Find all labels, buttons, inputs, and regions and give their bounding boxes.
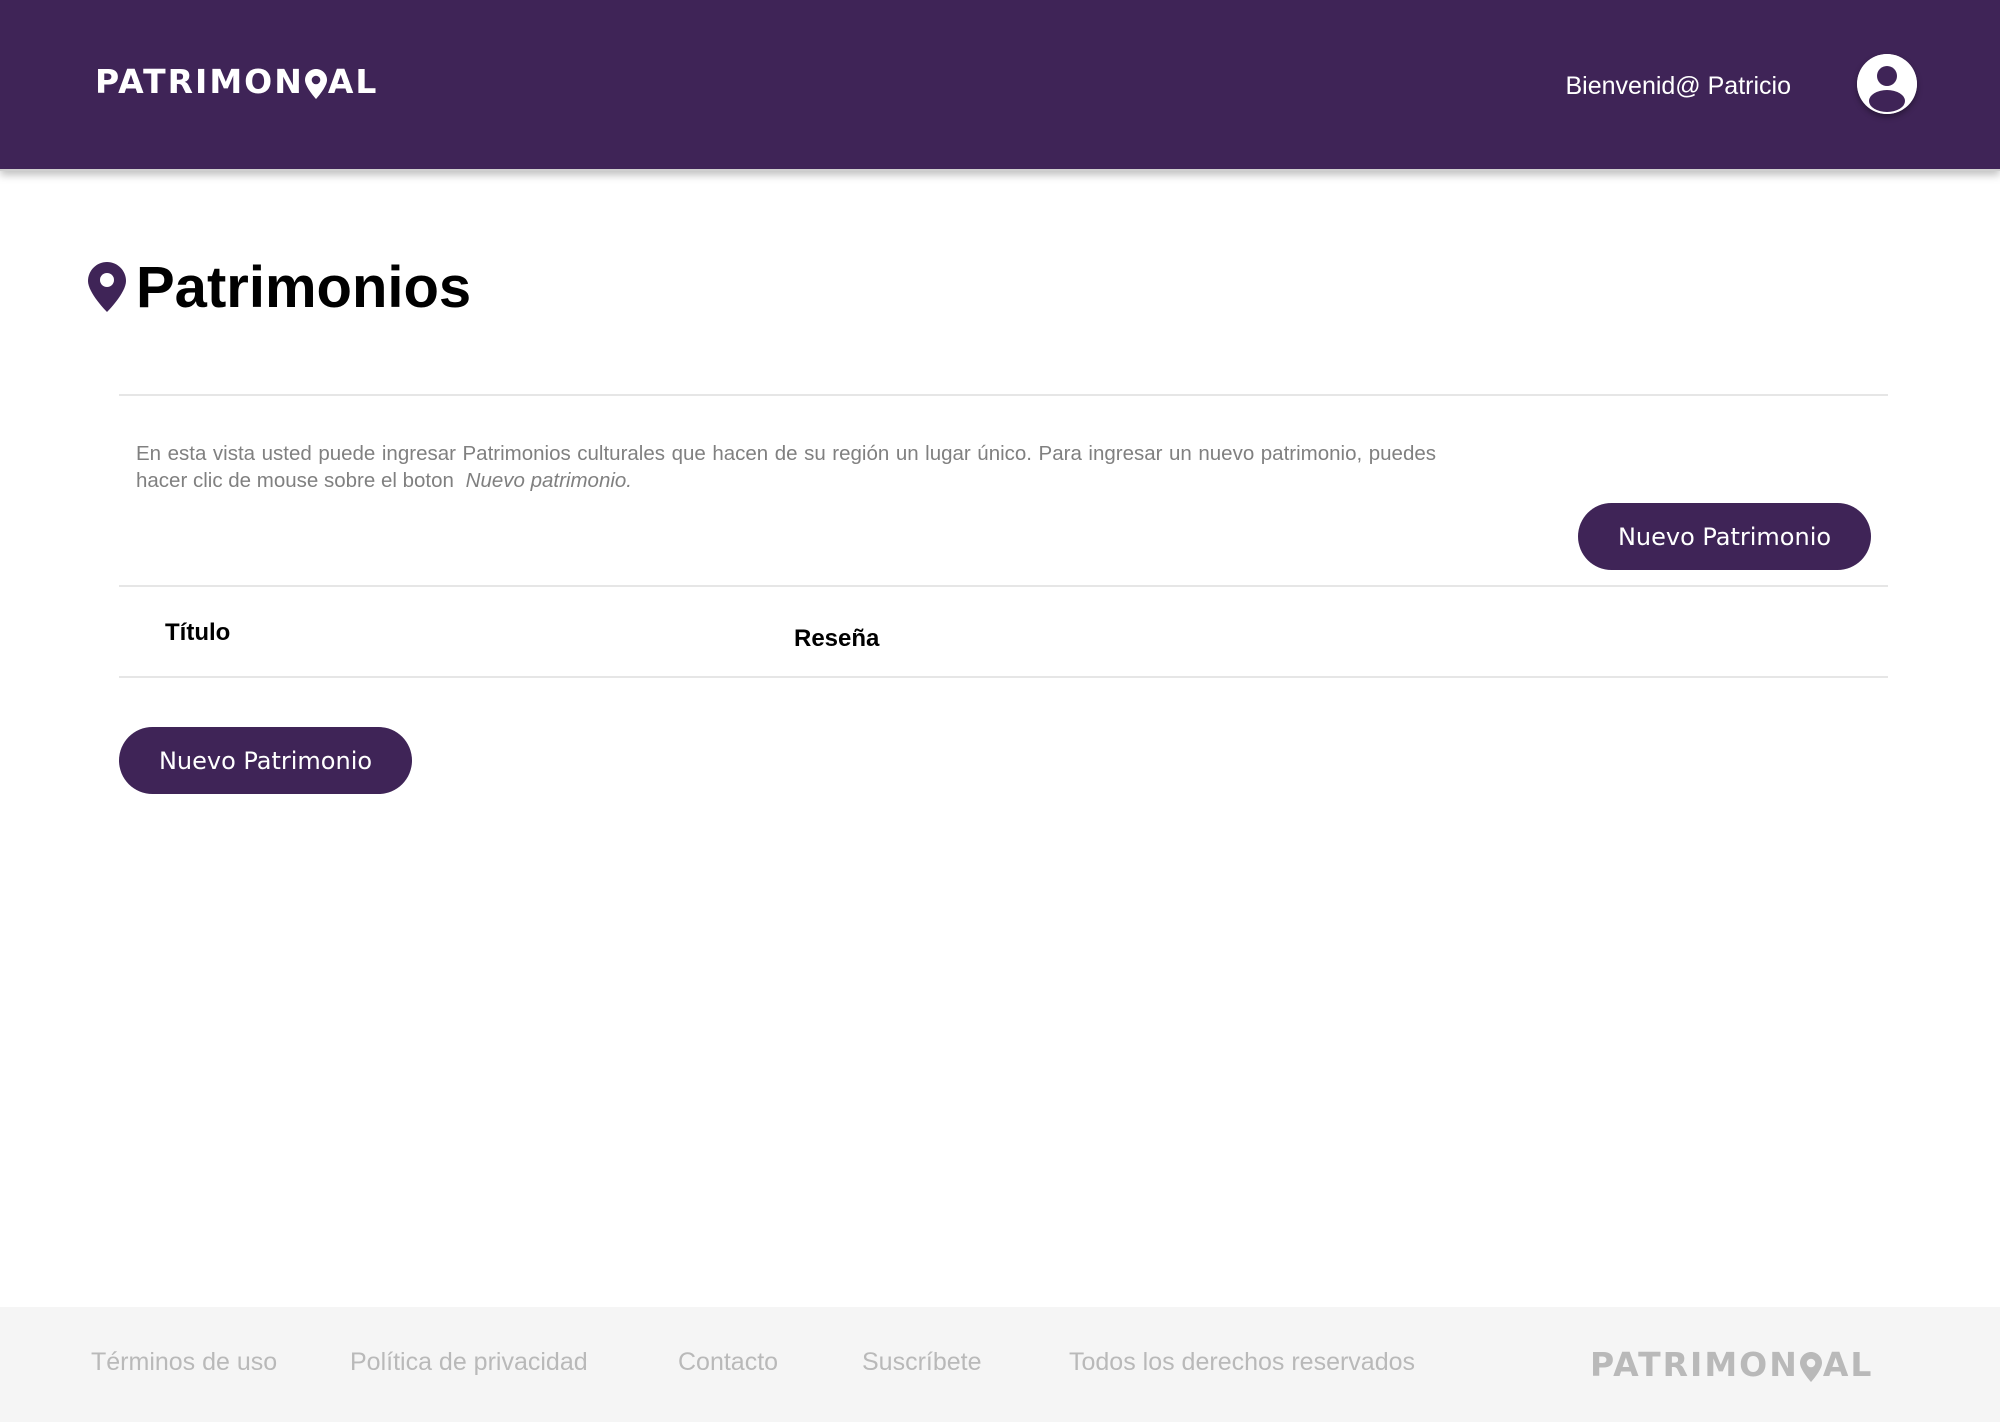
table-header-divider-top [119,585,1888,587]
footer-logo-pin-icon [1799,1351,1822,1382]
new-heritage-button-bottom[interactable]: Nuevo Patrimonio [119,727,412,794]
footer-link-contact[interactable]: Contacto [678,1348,778,1377]
footer-link-rights[interactable]: Todos los derechos reservados [1069,1348,1415,1377]
page-description: En esta vista usted puede ingresar Patri… [136,440,1436,494]
table-header-title[interactable]: Título [165,619,230,647]
description-text: En esta vista usted puede ingresar Patri… [136,442,1436,492]
footer-logo-text-start: PATRIMON [1590,1345,1799,1384]
welcome-message: Bienvenid@ Patricio [1565,72,1792,100]
description-emphasis: Nuevo patrimonio. [465,469,633,492]
table-header-divider-bottom [119,676,1888,678]
footer-link-terms[interactable]: Términos de uso [91,1348,277,1377]
top-navbar: PATRIMON AL Bienvenid@ Patricio [0,0,2000,171]
brand-logo[interactable]: PATRIMON AL [95,62,378,101]
footer-link-subscribe[interactable]: Suscríbete [862,1348,982,1377]
page-title: Patrimonios [136,255,472,320]
user-profile-icon [1857,54,1917,114]
logo-text-end: AL [327,62,379,101]
logo-pin-icon [304,68,327,99]
footer-link-privacy[interactable]: Política de privacidad [350,1348,588,1377]
section-divider-top [119,394,1888,396]
footer-logo-text-end: AL [1822,1345,1874,1384]
user-avatar[interactable] [1857,54,1917,114]
new-heritage-button-top[interactable]: Nuevo Patrimonio [1578,503,1871,570]
map-pin-icon [88,262,126,312]
table-header-review[interactable]: Reseña [794,625,879,653]
logo-text-start: PATRIMON [95,62,304,101]
footer: Términos de uso Política de privacidad C… [0,1307,2000,1422]
footer-brand-logo: PATRIMON AL [1590,1345,1873,1384]
